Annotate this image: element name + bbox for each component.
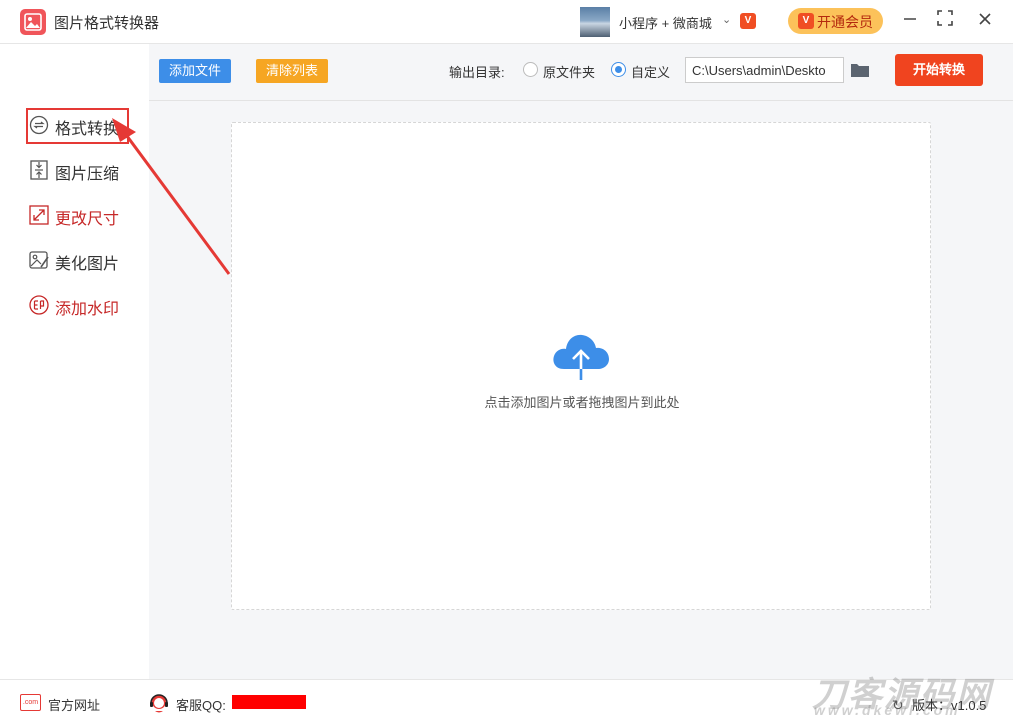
chevron-down-icon[interactable]: ⌄ bbox=[722, 13, 731, 26]
customer-service-qq-label: 客服QQ: bbox=[176, 698, 226, 713]
toolbar: 添加文件 清除列表 输出目录: 原文件夹 自定义 开始转换 bbox=[149, 44, 1013, 101]
radio-custom-folder[interactable] bbox=[611, 62, 626, 77]
drop-zone[interactable]: 点击添加图片或者拖拽图片到此处 bbox=[231, 122, 931, 610]
sidebar-item-label: 图片压缩 bbox=[55, 166, 120, 183]
compress-icon bbox=[28, 159, 50, 181]
output-dir-label: 输出目录: bbox=[449, 65, 505, 80]
title-bar: 图片格式转换器 小程序 + 微商城 ⌄ V V 开通会员 bbox=[0, 0, 1013, 44]
start-convert-button[interactable]: 开始转换 bbox=[895, 54, 983, 86]
drop-zone-hint: 点击添加图片或者拖拽图片到此处 bbox=[484, 395, 680, 410]
sidebar-item-resize[interactable]: 更改尺寸 bbox=[28, 200, 148, 230]
vip-badge-icon: V bbox=[740, 13, 756, 29]
sidebar-item-compress[interactable]: 图片压缩 bbox=[28, 155, 148, 185]
sidebar: 格式转换 图片压缩 更改尺寸 美化图片 添加水印 bbox=[0, 44, 149, 679]
clear-list-button[interactable]: 清除列表 bbox=[256, 59, 328, 83]
sidebar-item-label: 格式转换 bbox=[55, 121, 120, 138]
official-site-link[interactable]: 官方网址 bbox=[48, 695, 100, 714]
membership-button-label: 开通会员 bbox=[817, 14, 873, 30]
close-button[interactable] bbox=[973, 10, 997, 34]
app-logo-icon bbox=[20, 9, 46, 35]
website-icon[interactable]: .com bbox=[20, 694, 41, 711]
sidebar-item-format-convert[interactable]: 格式转换 bbox=[26, 108, 129, 144]
radio-original-folder[interactable] bbox=[523, 62, 538, 77]
sidebar-item-watermark[interactable]: 添加水印 bbox=[28, 290, 148, 320]
minimize-button[interactable] bbox=[898, 10, 922, 34]
format-convert-icon bbox=[28, 114, 50, 136]
customer-service-icon[interactable] bbox=[148, 692, 170, 717]
main-panel: 添加文件 清除列表 输出目录: 原文件夹 自定义 开始转换 点击添加图片或者拖拽… bbox=[149, 44, 1013, 679]
add-file-button[interactable]: 添加文件 bbox=[159, 59, 231, 83]
sidebar-item-label: 添加水印 bbox=[55, 301, 120, 318]
sidebar-item-label: 美化图片 bbox=[55, 256, 120, 273]
redacted-qq-number bbox=[232, 695, 306, 709]
sidebar-item-beautify[interactable]: 美化图片 bbox=[28, 245, 148, 275]
vip-icon: V bbox=[798, 13, 814, 29]
maximize-button[interactable] bbox=[933, 10, 957, 34]
mini-program-label[interactable]: 小程序 + 微商城 bbox=[619, 13, 712, 32]
refresh-icon[interactable]: ↻ bbox=[892, 697, 904, 714]
output-path-input[interactable] bbox=[685, 57, 844, 83]
cloud-upload-icon bbox=[550, 329, 612, 386]
version-label: 版本：v1.0.5 bbox=[912, 698, 987, 713]
radio-custom-label[interactable]: 自定义 bbox=[631, 62, 670, 81]
app-title: 图片格式转换器 bbox=[54, 15, 160, 32]
open-membership-button[interactable]: V 开通会员 bbox=[788, 8, 883, 34]
folder-icon[interactable] bbox=[850, 62, 870, 81]
footer: .com 官方网址 客服QQ: 刀客源码网 www.dkewl.com ↻ 版本… bbox=[0, 676, 1013, 725]
watermark-icon bbox=[28, 294, 50, 316]
mini-program-thumbnail[interactable] bbox=[580, 7, 610, 37]
radio-original-label[interactable]: 原文件夹 bbox=[543, 62, 595, 81]
resize-icon bbox=[28, 204, 50, 226]
sidebar-item-label: 更改尺寸 bbox=[55, 211, 120, 228]
beautify-icon bbox=[28, 249, 50, 271]
